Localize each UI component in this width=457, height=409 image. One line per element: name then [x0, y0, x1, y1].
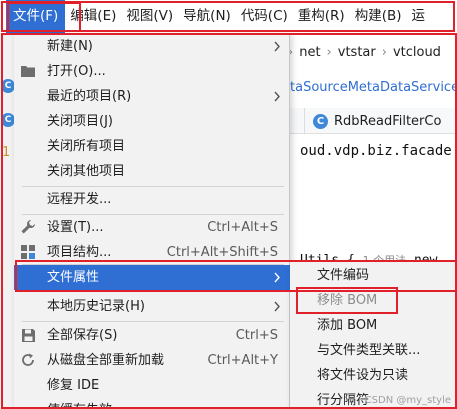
menu-code[interactable]: 代码(C)	[236, 0, 293, 33]
menu-item-shortcut: Ctrl+Alt+S	[207, 220, 278, 235]
class-icon: C	[1, 113, 15, 127]
menu-item-close-other-projects[interactable]: 关闭其他项目	[14, 159, 290, 184]
menu-item-reload-all-from-disk[interactable]: 从磁盘全部重新加载 Ctrl+Alt+Y	[14, 348, 290, 373]
project-structure-icon	[20, 244, 36, 260]
menu-item-close-all-projects[interactable]: 关闭所有项目	[14, 134, 290, 159]
watermark: CSDN @my_style	[364, 395, 451, 406]
menu-item-project-structure[interactable]: 项目结构... Ctrl+Alt+Shift+S	[14, 240, 290, 265]
menu-item-label: 从磁盘全部重新加载	[47, 353, 165, 368]
editor-tab[interactable]: C RdbReadFilterCo	[304, 108, 457, 134]
menu-item-local-history[interactable]: 本地历史记录(H)	[14, 294, 290, 319]
menu-item-label: 新建(N)	[47, 39, 93, 54]
menu-item-label: 文件属性	[47, 270, 100, 285]
submenu-item-add-bom[interactable]: 添加 BOM	[290, 313, 457, 338]
submenu-item-label: 与文件类型关联...	[317, 343, 421, 358]
menu-edit[interactable]: 编辑(E)	[65, 0, 121, 33]
file-menu-dropdown: 新建(N) 打开(O)... 最近的项目(R) 关闭项目(J) 关闭所有项目 关…	[14, 33, 290, 409]
menu-item-shortcut: Ctrl+Alt+Y	[207, 353, 278, 368]
submenu-item-label: 文件编码	[317, 268, 370, 283]
editor-tab-bar: C RdbReadFilterCo	[288, 108, 457, 134]
submenu-item-file-encoding[interactable]: 文件编码	[290, 263, 457, 288]
breadcrumb-item[interactable]: vtcloud	[393, 45, 441, 60]
menu-item-label: 打开(O)...	[47, 64, 106, 79]
menu-item-close-project[interactable]: 关闭项目(J)	[14, 109, 290, 134]
breadcrumb-separator: ›	[326, 44, 332, 60]
menu-item-repair-ide[interactable]: 修复 IDE	[14, 373, 290, 398]
menu-item-label: 关闭其他项目	[47, 164, 126, 179]
menu-item-shortcut: Ctrl+S	[235, 328, 278, 343]
menu-item-open[interactable]: 打开(O)...	[14, 59, 290, 84]
submenu-item-associate-file-type[interactable]: 与文件类型关联...	[290, 338, 457, 363]
submenu-item-remove-bom: 移除 BOM	[290, 288, 457, 313]
menu-item-label: 远程开发...	[47, 192, 112, 207]
menu-run[interactable]: 运	[407, 0, 431, 33]
service-class-name: taSourceMetaDataService	[290, 80, 457, 95]
breadcrumb-item[interactable]: vtstar	[338, 45, 376, 60]
wrench-icon	[20, 219, 36, 235]
main-menu-bar: 文件(F) 编辑(E) 视图(V) 导航(N) 代码(C) 重构(R) 构建(B…	[0, 0, 457, 33]
menu-item-label: 修复 IDE	[47, 378, 100, 393]
menu-item-label: 设置(T)...	[47, 220, 104, 235]
menu-item-new[interactable]: 新建(N)	[14, 34, 290, 59]
breadcrumb: › net › vtstar › vtcloud	[288, 40, 457, 64]
submenu-item-make-read-only[interactable]: 将文件设为只读	[290, 363, 457, 388]
submenu-item-label: 移除 BOM	[317, 293, 378, 308]
menu-item-label: 使缓存失效...	[47, 398, 124, 409]
menu-refactor[interactable]: 重构(R)	[293, 0, 350, 33]
menu-item-label: 本地历史记录(H)	[47, 299, 145, 314]
menu-item-shortcut: Ctrl+Alt+Shift+S	[166, 245, 278, 260]
menu-item-save-all[interactable]: 全部保存(S) Ctrl+S	[14, 323, 290, 348]
menu-file[interactable]: 文件(F)	[6, 0, 66, 33]
menu-item-label: 项目结构...	[47, 245, 112, 260]
file-properties-submenu: 文件编码 移除 BOM 添加 BOM 与文件类型关联... 将文件设为只读 行分…	[290, 262, 457, 409]
chevron-right-icon	[274, 41, 280, 52]
menu-build[interactable]: 构建(B)	[350, 0, 407, 33]
chevron-right-icon	[274, 91, 280, 102]
reload-icon	[20, 352, 36, 368]
breadcrumb-item[interactable]: net	[299, 45, 320, 60]
menu-item-label: 最近的项目(R)	[47, 89, 132, 104]
menu-item-label: 关闭项目(J)	[47, 114, 113, 129]
save-icon	[20, 327, 36, 343]
gutter-line-number: 1	[2, 145, 10, 160]
menu-separator	[22, 321, 284, 322]
menu-item-remote-development[interactable]: 远程开发...	[14, 187, 290, 212]
chevron-right-icon	[274, 301, 280, 312]
code-line: oud.vdp.biz.facade.d	[300, 143, 457, 159]
menu-item-label: 全部保存(S)	[47, 328, 118, 343]
menu-item-file-properties[interactable]: 文件属性	[14, 265, 290, 290]
chevron-right-icon	[274, 272, 280, 283]
class-icon: C	[1, 79, 15, 93]
editor-tab-label: RdbReadFilterCo	[334, 113, 442, 129]
menu-item-recent-projects[interactable]: 最近的项目(R)	[14, 84, 290, 109]
menu-item-invalidate-caches[interactable]: 使缓存失效...	[14, 398, 290, 409]
folder-icon	[20, 63, 36, 79]
class-icon: C	[313, 113, 328, 129]
submenu-item-label: 行分隔符	[317, 393, 370, 408]
menu-item-label: 关闭所有项目	[47, 139, 126, 154]
menu-navigate[interactable]: 导航(N)	[178, 0, 236, 33]
breadcrumb-separator: ›	[381, 44, 387, 60]
menu-item-settings[interactable]: 设置(T)... Ctrl+Alt+S	[14, 215, 290, 240]
project-tool-strip: C C 1	[0, 33, 15, 409]
menu-view[interactable]: 视图(V)	[121, 0, 178, 33]
submenu-item-label: 添加 BOM	[317, 318, 378, 333]
submenu-item-label: 将文件设为只读	[317, 368, 409, 383]
